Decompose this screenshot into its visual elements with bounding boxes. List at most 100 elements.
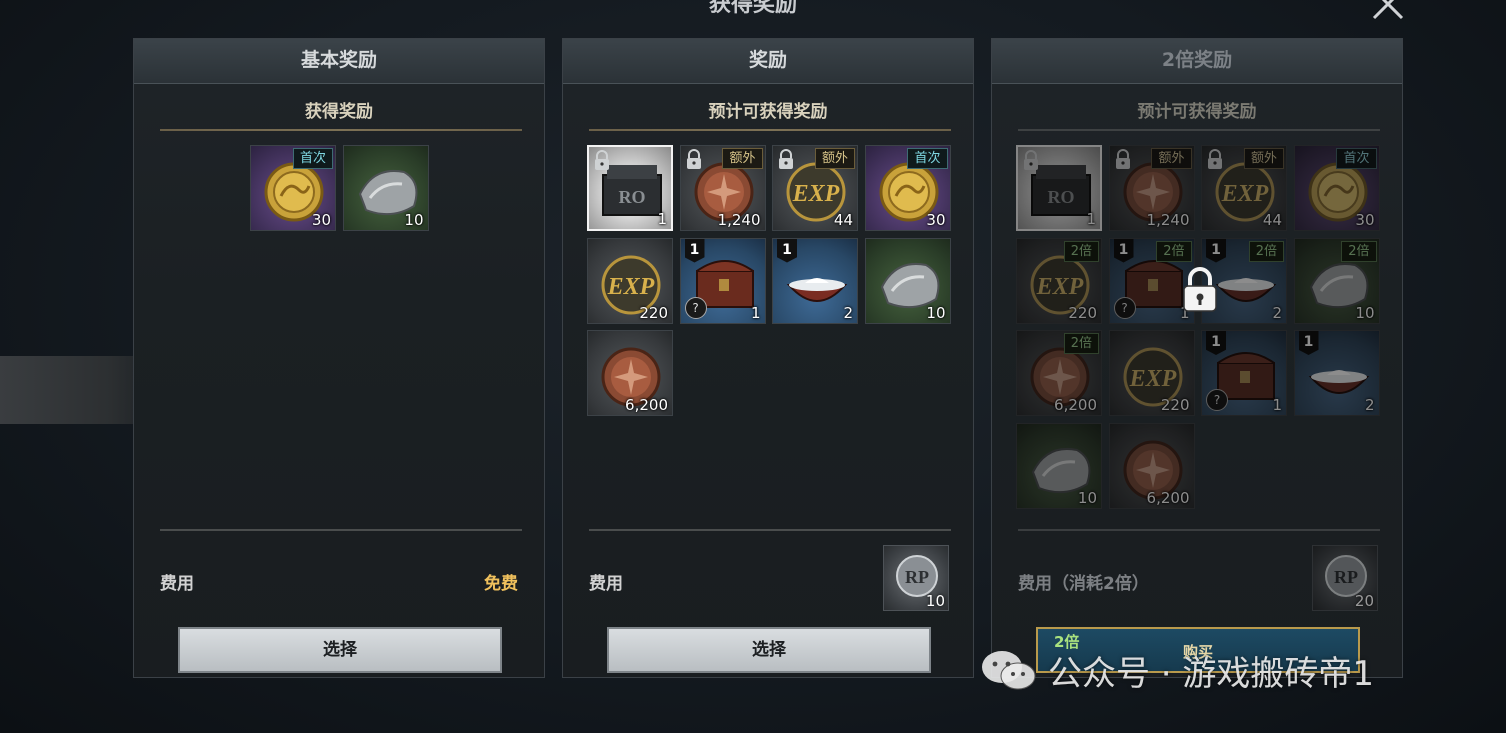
item-qty: 10 — [404, 211, 424, 229]
reward-item[interactable]: EXP 额外 44 — [772, 145, 858, 231]
item-tag: 2倍 — [1063, 333, 1099, 354]
item-tag: 2倍 — [1156, 240, 1192, 262]
reward-item[interactable]: 12 — [772, 237, 858, 324]
lock-icon — [686, 149, 701, 169]
reward-item[interactable]: EXP 220 — [587, 237, 673, 324]
panel-subtitle: 获得奖励 — [305, 102, 373, 122]
divider — [589, 129, 951, 131]
reward-item[interactable]: 额外 1,240 — [1108, 145, 1195, 231]
reward-item[interactable]: 6,200 — [1108, 422, 1195, 509]
lock-icon — [779, 149, 793, 169]
cost-label: 费用（消耗2倍） — [1018, 574, 1149, 594]
item-tag: 额外 — [1151, 148, 1192, 169]
item-qty: 10 — [1077, 488, 1097, 507]
panel-header: 奖励 — [563, 39, 973, 84]
reward-item[interactable]: 1? 1 — [1201, 330, 1287, 416]
wechat-icon — [982, 651, 1036, 690]
svg-text:RP: RP — [1334, 567, 1358, 587]
panel-header: 2倍奖励 — [992, 39, 1402, 84]
reward-item[interactable]: RO 1 — [587, 145, 673, 231]
help-icon[interactable]: ? — [684, 296, 707, 319]
reward-item[interactable]: 首次 30 — [1293, 145, 1380, 231]
reward-item[interactable]: 额外 1,240 — [679, 145, 766, 231]
divider — [589, 529, 951, 531]
panel-subtitle: 预计可获得奖励 — [1137, 102, 1257, 122]
reward-item[interactable]: 首次 30 — [250, 145, 336, 231]
reward-item[interactable]: 10 — [1016, 422, 1102, 509]
cost-label: 费用 — [589, 574, 623, 594]
item-qty: 6,200 — [625, 396, 668, 414]
item-qty: 10 — [926, 303, 946, 322]
divider — [160, 129, 522, 131]
svg-text:EXP: EXP — [607, 274, 655, 300]
item-qty: 220 — [1160, 396, 1190, 414]
item-qty: 30 — [1355, 211, 1375, 229]
item-qty: 6,200 — [1146, 488, 1190, 507]
help-icon[interactable]: ? — [1206, 389, 1228, 411]
divider — [1018, 529, 1380, 531]
item-qty: 30 — [311, 211, 331, 229]
watermark: 公众号 · 游戏搬砖帝1 — [980, 648, 1374, 694]
item-qty: 2 — [843, 303, 853, 322]
basic-reward-panel: 基本奖励 获得奖励 首次 30 10 费用 免费 选择 — [133, 38, 545, 678]
reward-item[interactable]: EXP 220 — [1108, 330, 1195, 416]
item-tag: 2倍 — [1341, 240, 1377, 262]
item-tag: 2倍 — [1248, 240, 1284, 262]
reward-panel: 奖励 预计可获得奖励 RO 1 额外 1,240 EXP 额外 44 首次 30 EXP 220 1?… — [562, 38, 974, 678]
select-button[interactable]: 选择 — [178, 627, 502, 673]
reward-item[interactable]: 6,200 — [587, 330, 673, 416]
item-qty: 220 — [639, 303, 668, 322]
item-qty: 1 — [1086, 210, 1096, 228]
item-qty: 1,240 — [717, 211, 761, 229]
rp-currency-icon: RP 10 — [883, 545, 949, 611]
reward-item[interactable]: 12 — [1293, 330, 1380, 416]
svg-text:EXP: EXP — [792, 181, 840, 207]
reward-item[interactable]: 10 — [864, 237, 951, 324]
reward-item[interactable]: 10 — [342, 145, 429, 231]
item-qty: 44 — [1262, 211, 1282, 229]
item-qty: 1 — [1272, 396, 1282, 414]
item-tag: 额外 — [814, 148, 855, 169]
reward-item[interactable]: 首次 30 — [864, 145, 951, 231]
lock-icon — [595, 150, 609, 170]
item-qty: 220 — [1068, 303, 1097, 322]
item-tag: 首次 — [1336, 148, 1377, 169]
dialog-title: 获得奖励 — [708, 0, 797, 17]
svg-text:EXP: EXP — [1221, 181, 1269, 207]
item-qty: 30 — [926, 211, 946, 229]
reward-item[interactable]: 2倍 6,200 — [1016, 330, 1102, 416]
reward-item[interactable]: RO 1 — [1016, 145, 1102, 231]
svg-text:RO: RO — [1048, 187, 1075, 207]
select-button[interactable]: 选择 — [607, 627, 931, 673]
svg-text:EXP: EXP — [1128, 366, 1176, 392]
item-qty: 1 — [750, 303, 761, 322]
help-icon[interactable]: ? — [1113, 296, 1136, 319]
svg-text:RO: RO — [619, 187, 646, 207]
item-tag: 额外 — [1243, 148, 1284, 169]
rp-cost-qty: 20 — [1354, 592, 1374, 610]
lock-icon — [1115, 149, 1130, 169]
item-qty: 10 — [1355, 303, 1375, 322]
item-qty: 1,240 — [1146, 211, 1190, 229]
panel-subtitle: 预计可获得奖励 — [708, 102, 828, 122]
item-qty: 1 — [657, 210, 667, 228]
double-reward-panel: 2倍奖励 预计可获得奖励 RO 1 额外 1,240 EXP 额外 44 首次 30 EXP 2倍 2… — [991, 38, 1403, 678]
reward-item[interactable]: 2倍 10 — [1293, 237, 1380, 324]
lock-icon — [1208, 149, 1222, 169]
close-icon — [1372, 0, 1404, 20]
cost-label: 费用 — [160, 574, 194, 594]
item-qty: 2 — [1364, 396, 1375, 414]
item-tag: 首次 — [907, 148, 948, 169]
reward-item[interactable]: EXP 2倍 220 — [1016, 237, 1102, 324]
panel-header: 基本奖励 — [134, 39, 544, 84]
item-tag: 2倍 — [1063, 240, 1099, 262]
svg-text:EXP: EXP — [1036, 274, 1084, 300]
svg-text:RP: RP — [905, 567, 929, 587]
rp-currency-icon: RP 20 — [1312, 545, 1378, 611]
close-button[interactable] — [1368, 0, 1408, 24]
reward-item[interactable]: EXP 额外 44 — [1201, 145, 1287, 231]
reward-item[interactable]: 1? 1 — [679, 237, 766, 324]
divider — [1018, 129, 1380, 131]
rp-cost-qty: 10 — [925, 592, 945, 610]
item-tag: 首次 — [292, 148, 333, 169]
